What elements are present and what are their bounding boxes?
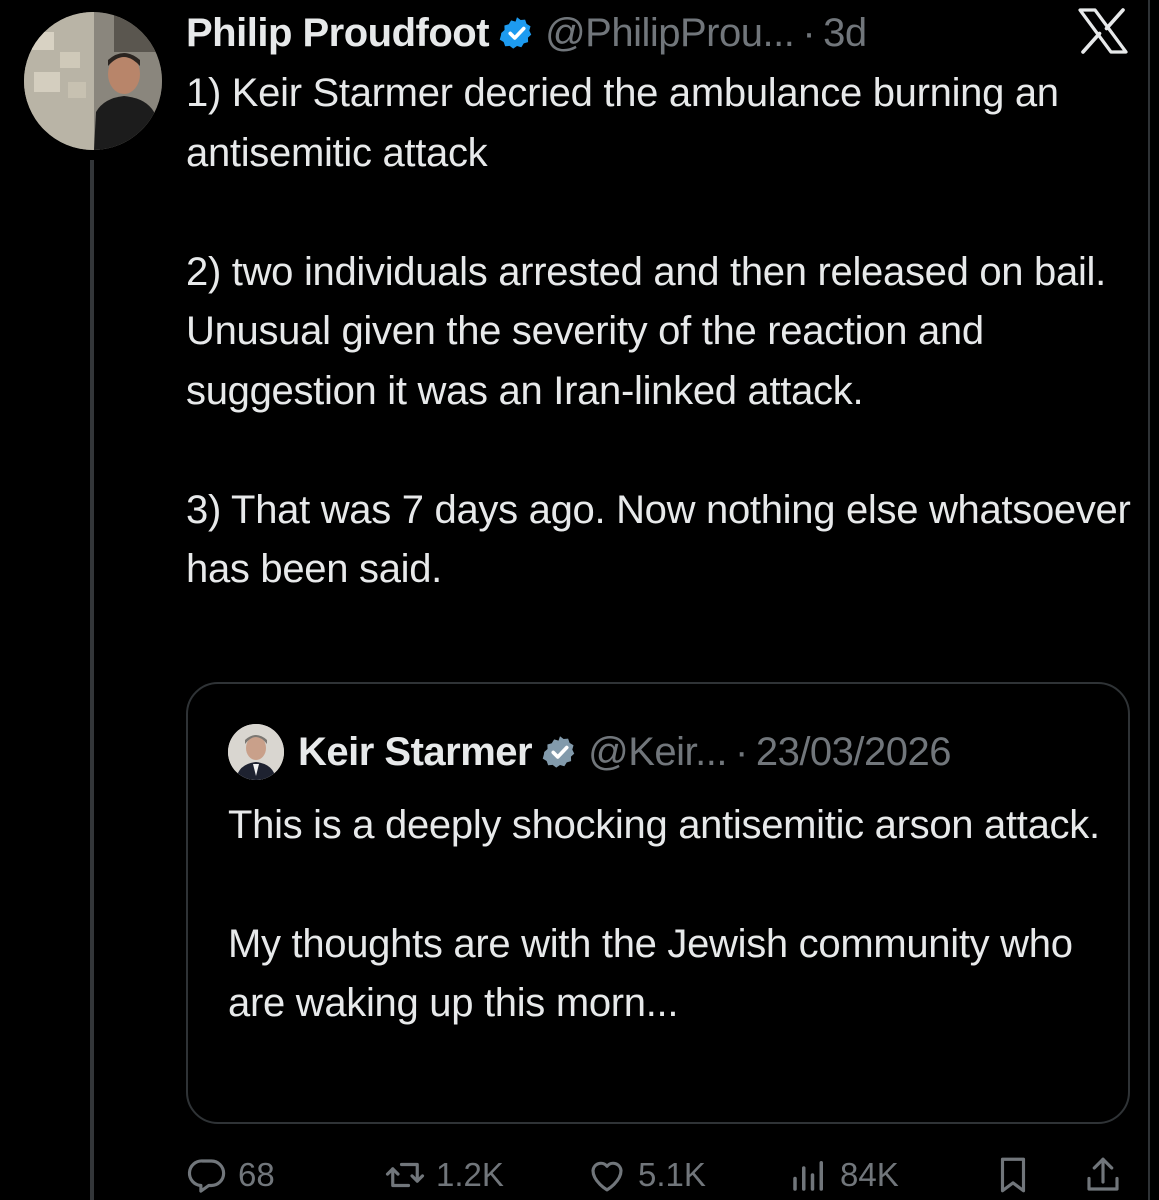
bookmark-icon	[1000, 1157, 1026, 1193]
quoted-paragraph-1: This is a deeply shocking antisemitic ar…	[228, 803, 1100, 847]
views-icon	[793, 1161, 823, 1191]
tweet-header: Philip Proudfoot @PhilipProu... · 3d	[186, 6, 867, 60]
reply-count: 68	[238, 1156, 275, 1193]
tweet-paragraph-3: 3) That was 7 days ago. Now nothing else…	[186, 487, 1131, 592]
tweet-body: 1) Keir Starmer decried the ambulance bu…	[186, 64, 1136, 600]
author-handle[interactable]: @PhilipProu...	[545, 11, 795, 56]
quoted-author-avatar	[228, 724, 284, 780]
quoted-header-separator: ·	[735, 729, 748, 774]
tweet-paragraph-1: 1) Keir Starmer decried the ambulance bu…	[186, 71, 1059, 175]
quoted-author-handle[interactable]: @Keir...	[588, 730, 727, 775]
tweet-actions-bar: 68 1.2K 5.1K 84K	[186, 1150, 1130, 1200]
right-edge-divider	[1148, 0, 1150, 1200]
tweet-paragraph-2: 2) two individuals arrested and then rel…	[186, 249, 1106, 413]
views-count: 84K	[840, 1156, 899, 1193]
author-name[interactable]: Philip Proudfoot	[186, 11, 490, 56]
header-separator: ·	[802, 10, 816, 55]
reply-icon	[187, 1159, 226, 1193]
author-avatar[interactable]	[24, 12, 162, 150]
repost-count: 1.2K	[436, 1156, 504, 1193]
quoted-tweet-date: 23/03/2026	[755, 729, 952, 774]
x-logo-icon[interactable]	[1078, 8, 1128, 54]
quoted-paragraph-2: My thoughts are with the Jewish communit…	[228, 921, 1073, 1025]
quoted-tweet-card[interactable]: Keir Starmer @Keir... · 23/03/2026 This …	[186, 682, 1130, 1124]
quoted-author-name[interactable]: Keir Starmer	[298, 730, 533, 775]
repost-button[interactable]: 1.2K	[384, 1150, 504, 1200]
bookmark-button[interactable]	[992, 1150, 1034, 1200]
quoted-author-avatar-photo	[228, 724, 284, 780]
quoted-tweet-header: Keir Starmer @Keir... · 23/03/2026	[228, 722, 952, 782]
thread-connector-line	[90, 160, 94, 1200]
like-icon	[591, 1161, 623, 1192]
quoted-verified-badge-icon	[542, 736, 575, 768]
views-button[interactable]: 84K	[788, 1150, 899, 1200]
share-icon	[1087, 1157, 1119, 1191]
like-button[interactable]: 5.1K	[586, 1150, 706, 1200]
reply-button[interactable]: 68	[186, 1150, 275, 1200]
quoted-tweet-body: This is a deeply shocking antisemitic ar…	[228, 796, 1108, 1033]
verified-badge-icon	[499, 17, 532, 49]
author-avatar-photo	[24, 12, 162, 150]
like-count: 5.1K	[638, 1156, 706, 1193]
tweet-time[interactable]: 3d	[823, 11, 867, 56]
share-button[interactable]	[1082, 1150, 1124, 1200]
repost-icon	[385, 1162, 425, 1188]
